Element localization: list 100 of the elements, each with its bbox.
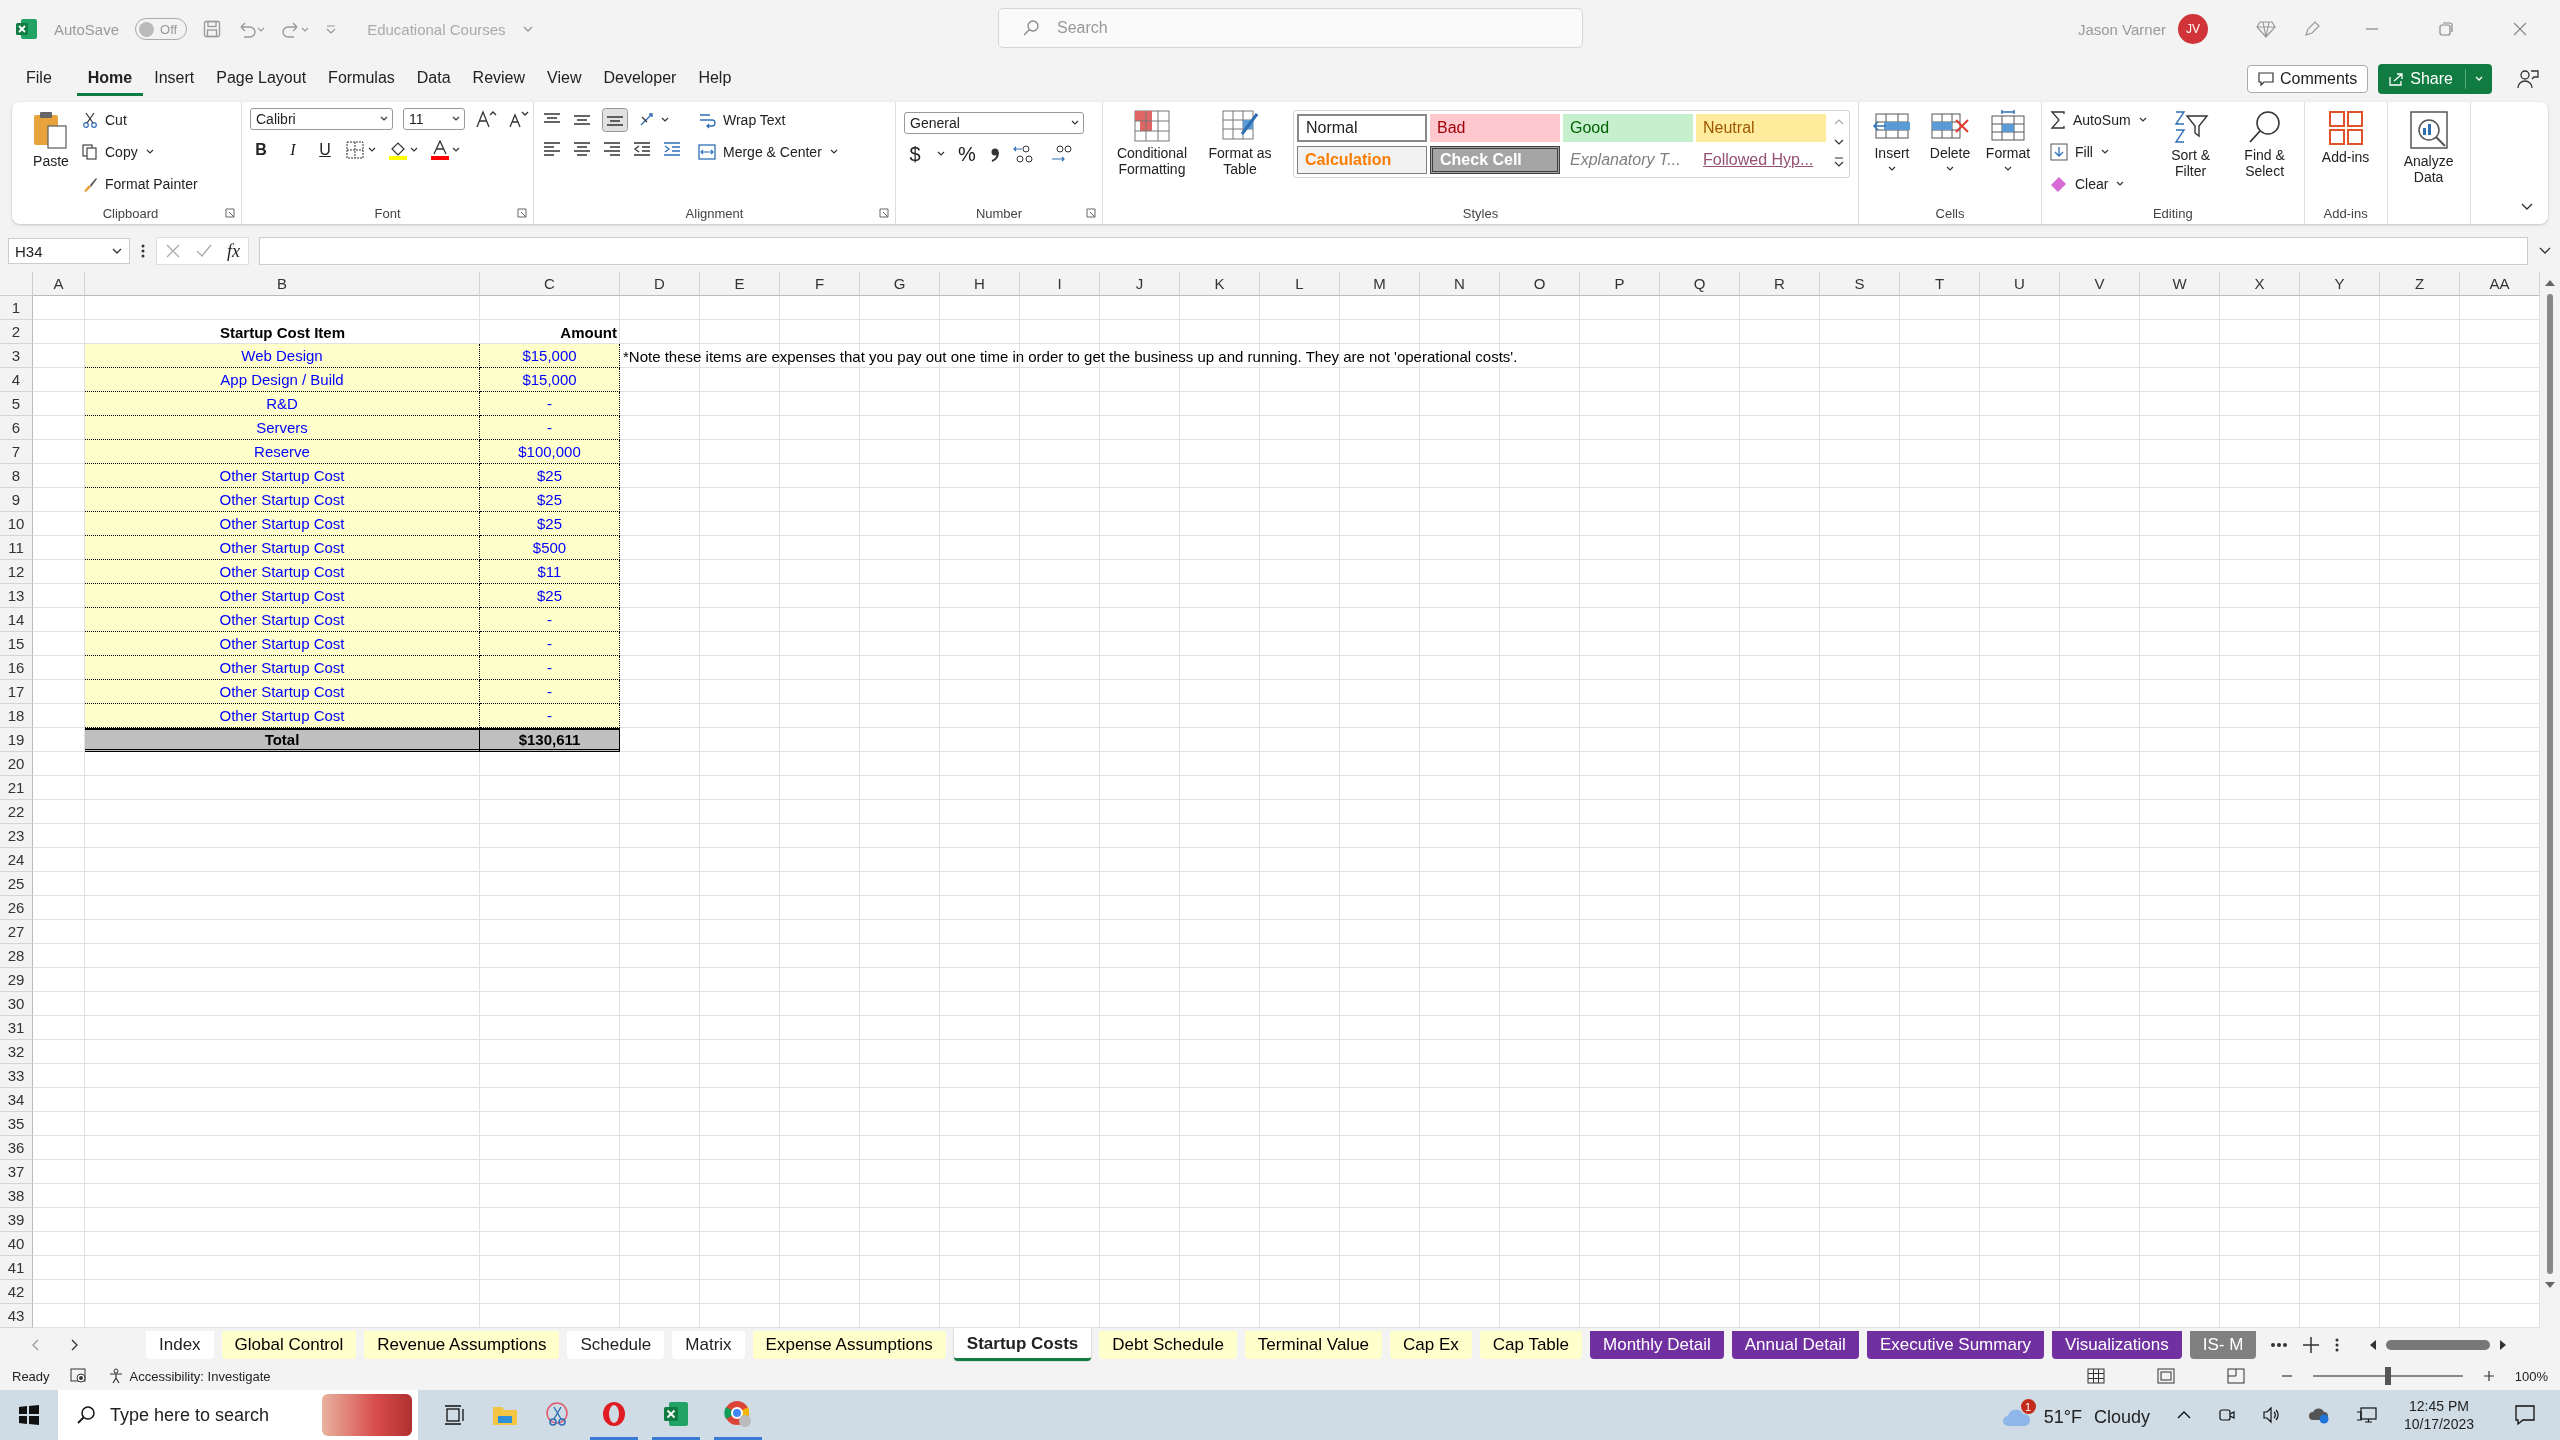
speaker-icon[interactable] — [2261, 1406, 2282, 1424]
font-color-icon[interactable] — [430, 140, 462, 160]
column-header[interactable]: S — [1820, 272, 1900, 296]
coauthor-icon[interactable] — [2516, 68, 2540, 90]
row-number[interactable]: 21 — [0, 776, 33, 800]
row-number[interactable]: 12 — [0, 560, 33, 584]
dialog-launcher-icon[interactable] — [879, 208, 889, 218]
start-icon[interactable] — [18, 1404, 40, 1426]
sheet-tab[interactable]: Visualizations — [2052, 1331, 2182, 1359]
sheet-tab[interactable]: Global Control — [221, 1331, 357, 1359]
row-number[interactable]: 32 — [0, 1040, 33, 1064]
currency-button[interactable]: $ — [904, 142, 926, 166]
column-header[interactable]: O — [1500, 272, 1580, 296]
sheet-tab[interactable]: Revenue Assumptions — [364, 1331, 560, 1359]
vertical-dots-icon[interactable] — [2334, 1337, 2341, 1353]
sheet-tab[interactable]: Annual Detail — [1731, 1331, 1859, 1359]
clock-date[interactable]: 10/17/2023 — [2403, 1415, 2474, 1434]
increase-indent-icon[interactable] — [662, 140, 682, 158]
sheet-tab[interactable]: Index — [146, 1331, 214, 1359]
save-icon[interactable] — [203, 20, 222, 38]
delete-button[interactable]: Delete — [1925, 108, 1975, 177]
column-header[interactable]: L — [1260, 272, 1340, 296]
find-select-button[interactable]: Find & Select — [2233, 108, 2296, 182]
menu-tab[interactable]: Formulas — [317, 62, 406, 96]
column-header[interactable]: E — [700, 272, 780, 296]
align-center-icon[interactable] — [572, 140, 592, 158]
column-header[interactable]: N — [1420, 272, 1500, 296]
column-header[interactable]: U — [1980, 272, 2060, 296]
borders-icon[interactable] — [346, 141, 378, 159]
insert-button[interactable]: Insert — [1867, 108, 1917, 177]
customize-caret-icon[interactable] — [325, 23, 338, 35]
formula-input[interactable] — [259, 237, 2528, 265]
fill-color-icon[interactable] — [388, 140, 420, 160]
cell-style-option[interactable]: Good — [1563, 114, 1693, 142]
autosum-button[interactable]: AutoSum — [2050, 108, 2148, 132]
row-number[interactable]: 25 — [0, 872, 33, 896]
wrap-text-button[interactable]: Wrap Text — [698, 108, 839, 132]
bold-button[interactable]: B — [250, 138, 272, 162]
column-header[interactable]: G — [860, 272, 940, 296]
row-number[interactable]: 43 — [0, 1304, 33, 1328]
increase-font-icon[interactable] — [475, 109, 497, 129]
sheet-tab[interactable]: Startup Costs — [953, 1328, 1092, 1361]
dialog-launcher-icon[interactable] — [517, 208, 527, 218]
sort-filter-button[interactable]: Sort & Filter — [2159, 108, 2222, 182]
collapse-ribbon-icon[interactable] — [2520, 202, 2534, 212]
decrease-font-icon[interactable] — [507, 109, 529, 129]
more-sheets-icon[interactable] — [2270, 1342, 2289, 1348]
cloud-sync-icon[interactable] — [2307, 1406, 2330, 1424]
row-number[interactable]: 8 — [0, 464, 33, 488]
cell-style-option[interactable]: Explanatory T... — [1563, 146, 1693, 174]
column-header[interactable]: J — [1100, 272, 1180, 296]
fill-button[interactable]: Fill — [2050, 140, 2148, 164]
row-number[interactable]: 29 — [0, 968, 33, 992]
menu-tab[interactable]: Data — [405, 62, 462, 96]
column-header[interactable]: I — [1020, 272, 1100, 296]
align-bottom-icon[interactable] — [602, 108, 628, 132]
menu-tab[interactable]: Help — [687, 62, 743, 96]
dialog-launcher-icon[interactable] — [1086, 208, 1096, 218]
row-number[interactable]: 30 — [0, 992, 33, 1016]
column-header[interactable]: T — [1900, 272, 1980, 296]
conditional-formatting-button[interactable]: Conditional Formatting — [1111, 108, 1193, 180]
comments-button[interactable]: Comments — [2246, 65, 2369, 93]
row-number[interactable]: 15 — [0, 632, 33, 656]
row-number[interactable]: 37 — [0, 1160, 33, 1184]
page-break-icon[interactable] — [2226, 1368, 2245, 1384]
row-number[interactable]: 4 — [0, 368, 33, 392]
row-number[interactable]: 34 — [0, 1088, 33, 1112]
column-header[interactable]: M — [1340, 272, 1420, 296]
cell-style-option[interactable]: Followed Hyp... — [1696, 146, 1826, 174]
row-number[interactable]: 22 — [0, 800, 33, 824]
row-number[interactable]: 20 — [0, 752, 33, 776]
row-number[interactable]: 28 — [0, 944, 33, 968]
browser-ring-icon[interactable] — [601, 1400, 627, 1427]
column-header[interactable]: D — [620, 272, 700, 296]
column-header[interactable]: Y — [2300, 272, 2380, 296]
sheet-tab[interactable]: Schedule — [567, 1331, 665, 1359]
more-options-icon[interactable] — [140, 243, 146, 259]
column-header[interactable]: X — [2220, 272, 2300, 296]
name-box[interactable]: H34 — [8, 238, 130, 264]
format-button[interactable]: Format — [1983, 108, 2033, 177]
chevron-up-icon[interactable] — [2175, 1410, 2192, 1420]
scissors-icon[interactable] — [544, 1402, 570, 1428]
italic-button[interactable]: I — [282, 138, 304, 162]
font-size-dropdown[interactable]: 11 — [403, 108, 465, 130]
normal-view-icon[interactable] — [2086, 1368, 2105, 1384]
column-header[interactable]: AA — [2460, 272, 2540, 296]
weather-widget[interactable]: 1 51°F Cloudy — [2001, 1398, 2150, 1432]
sheet-tab[interactable]: Cap Table — [1479, 1331, 1583, 1359]
user-avatar[interactable]: JV — [2178, 14, 2208, 44]
pen-icon[interactable] — [2302, 19, 2322, 39]
menu-tab[interactable]: Home — [76, 62, 144, 96]
underline-button[interactable]: U — [314, 138, 336, 162]
sheet-tab[interactable]: Cap Ex — [1390, 1331, 1472, 1359]
row-number[interactable]: 6 — [0, 416, 33, 440]
row-number[interactable]: 9 — [0, 488, 33, 512]
menu-tab[interactable]: Review — [461, 62, 537, 96]
format-as-table-button[interactable]: Format as Table — [1199, 108, 1281, 180]
accessibility-button[interactable]: Accessibility: Investigate — [107, 1368, 271, 1384]
decrease-indent-icon[interactable] — [632, 140, 652, 158]
row-number[interactable]: 26 — [0, 896, 33, 920]
